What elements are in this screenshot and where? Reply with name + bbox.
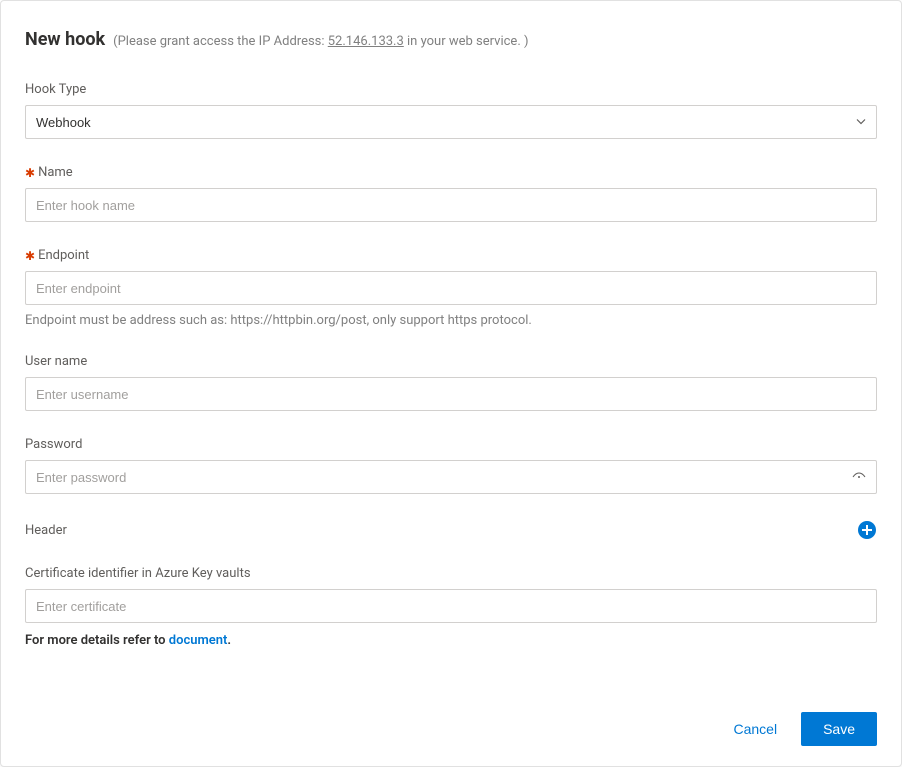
page-subtitle: (Please grant access the IP Address: 52.… — [113, 34, 528, 49]
hook-type-field: Hook Type — [25, 82, 877, 139]
endpoint-input[interactable] — [25, 271, 877, 305]
password-field: Password — [25, 437, 877, 494]
username-field: User name — [25, 354, 877, 411]
endpoint-label: ✱Endpoint — [25, 248, 877, 263]
header-section-label: Header — [25, 523, 67, 538]
certificate-field: Certificate identifier in Azure Key vaul… — [25, 566, 877, 648]
username-label: User name — [25, 354, 877, 369]
required-icon: ✱ — [25, 166, 35, 180]
cancel-button[interactable]: Cancel — [729, 713, 781, 745]
header-section-row: Header — [25, 520, 877, 540]
name-label: ✱Name — [25, 165, 877, 180]
new-hook-panel: New hook (Please grant access the IP Add… — [0, 0, 902, 767]
add-header-button[interactable] — [857, 520, 877, 540]
hook-type-select[interactable] — [25, 105, 877, 139]
title-row: New hook (Please grant access the IP Add… — [25, 29, 877, 50]
endpoint-field: ✱Endpoint Endpoint must be address such … — [25, 248, 877, 328]
endpoint-help: Endpoint must be address such as: https:… — [25, 313, 877, 328]
eye-icon[interactable] — [851, 469, 867, 485]
certificate-input[interactable] — [25, 589, 877, 623]
footer-actions: Cancel Save — [729, 712, 877, 746]
password-label: Password — [25, 437, 877, 452]
save-button[interactable]: Save — [801, 712, 877, 746]
certificate-label: Certificate identifier in Azure Key vaul… — [25, 566, 877, 581]
page-title: New hook — [25, 29, 105, 50]
name-input[interactable] — [25, 188, 877, 222]
hook-type-select-wrap[interactable] — [25, 105, 877, 139]
username-input[interactable] — [25, 377, 877, 411]
ip-address: 52.146.133.3 — [328, 34, 404, 49]
required-icon: ✱ — [25, 249, 35, 263]
password-input[interactable] — [25, 460, 877, 494]
document-link[interactable]: document — [169, 633, 228, 648]
name-field: ✱Name — [25, 165, 877, 222]
docs-text: For more details refer to document. — [25, 633, 877, 648]
hook-type-label: Hook Type — [25, 82, 877, 97]
